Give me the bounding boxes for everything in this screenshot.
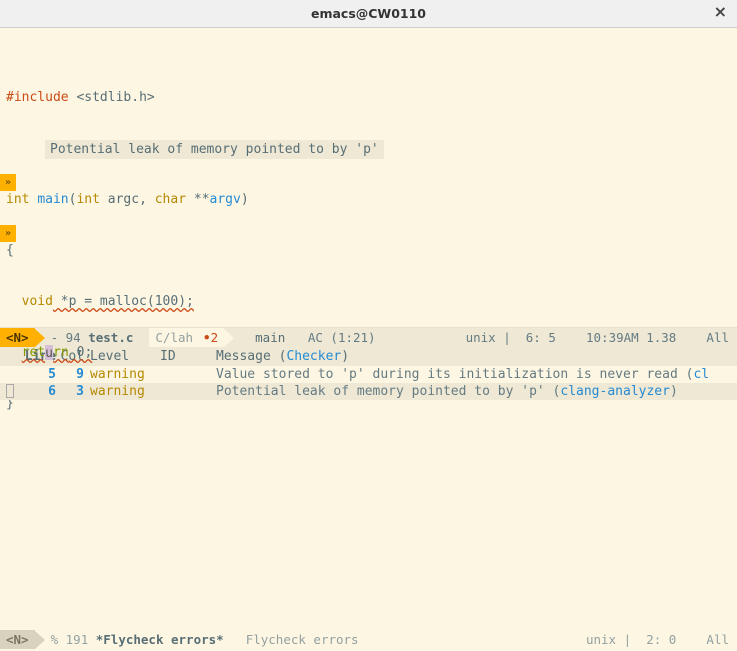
- editor-buffer[interactable]: » » #include <stdlib.h> int main(int arg…: [0, 28, 737, 328]
- text-cursor: u: [45, 345, 53, 360]
- buffer-name: *Flycheck errors*: [96, 631, 224, 648]
- window-titlebar: emacs@CW0110 ×: [0, 0, 737, 28]
- warning-fringe-icon: »: [0, 174, 16, 191]
- warning-fringe-icon: »: [0, 225, 16, 242]
- flycheck-errors-buffer[interactable]: Line Col Level ID Message (Checker) 5 9 …: [0, 347, 737, 630]
- code-line: int main(int argc, char **argv): [6, 191, 731, 208]
- major-mode: Flycheck errors: [240, 630, 365, 649]
- window-title: emacs@CW0110: [311, 5, 426, 22]
- evil-state-indicator: <N>: [0, 630, 35, 649]
- modeline-right: unix | 2: 0 All: [578, 631, 737, 648]
- modeline-file-seg: % 191 *Flycheck errors*: [45, 630, 230, 649]
- modeline-bottom[interactable]: <N> % 191 *Flycheck errors* Flycheck err…: [0, 630, 737, 649]
- code-line: return 0;: [6, 344, 731, 361]
- code-line: {: [6, 242, 731, 259]
- close-icon[interactable]: ×: [714, 3, 727, 20]
- code-line: #include <stdlib.h>: [6, 89, 731, 106]
- flycheck-tooltip: Potential leak of memory pointed to by '…: [45, 140, 384, 159]
- chevron-right-icon: [230, 631, 240, 649]
- flycheck-error-row[interactable]: 6 3 warning Potential leak of memory poi…: [0, 383, 737, 400]
- hollow-cursor-icon: [6, 384, 14, 398]
- chevron-right-icon: [35, 631, 45, 649]
- fringe-column: » »: [0, 38, 16, 276]
- code-line: void *p = malloc(100);: [6, 293, 731, 310]
- chevron-right-icon: [365, 631, 375, 649]
